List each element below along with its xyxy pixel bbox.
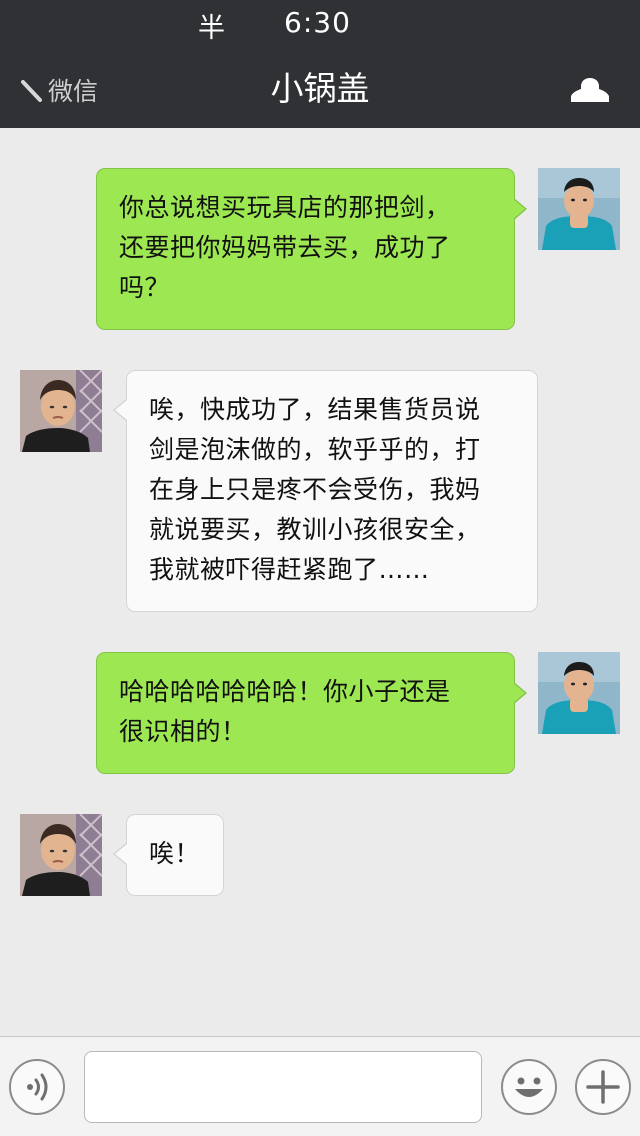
add-button[interactable] (575, 1059, 631, 1115)
bubble-tail (513, 199, 525, 219)
contact-avatar[interactable] (20, 814, 102, 896)
emoji-icon (515, 1077, 543, 1097)
message-input[interactable] (84, 1051, 482, 1123)
message-text-line: 唉，快成功了，结果售货员说 (149, 395, 481, 424)
chat-bubble-sent[interactable]: 哈哈哈哈哈哈哈！你小子还是 很识相的！ (96, 652, 515, 774)
avatar-image (538, 652, 620, 734)
my-avatar[interactable] (538, 652, 620, 734)
bubble-tail (115, 844, 127, 864)
voice-button[interactable] (9, 1059, 65, 1115)
page-title: 小锅盖 (270, 69, 370, 108)
chat-bubble-sent[interactable]: 你总说想买玩具店的那把剑， 还要把你妈妈带去买，成功了 吗？ (96, 168, 515, 330)
status-time: 6:30 (284, 6, 351, 39)
message-text-line: 你总说想买玩具店的那把剑， (119, 193, 451, 222)
emoji-button[interactable] (501, 1059, 557, 1115)
my-avatar[interactable] (538, 168, 620, 250)
message-text-line: 唉！ (149, 839, 201, 868)
bubble-tail (115, 400, 127, 420)
status-signal: 半 (198, 13, 226, 44)
plus-icon (586, 1070, 620, 1104)
message-text-line: 剑是泡沫做的，软乎乎的，打 (149, 435, 481, 464)
chat-bubble-received[interactable]: 唉！ (126, 814, 224, 896)
chat-bubble-received[interactable]: 唉，快成功了，结果售货员说 剑是泡沫做的，软乎乎的，打 在身上只是疼不会受伤，我… (126, 370, 538, 612)
avatar-image (20, 370, 102, 452)
input-bar (0, 1036, 640, 1136)
message-text-line: 吗？ (119, 273, 171, 302)
message-text-line: 很识相的！ (119, 717, 247, 746)
status-bar: 半 6:30 (0, 0, 640, 46)
person-icon[interactable] (568, 74, 612, 108)
message-text-line: 在身上只是疼不会受伤，我妈 (149, 475, 481, 504)
bubble-tail (513, 683, 525, 703)
contact-avatar[interactable] (20, 370, 102, 452)
voice-icon (27, 1073, 48, 1101)
message-text-line: 我就被吓得赶紧跑了…… (149, 555, 430, 584)
message-text-line: 还要把你妈妈带去买，成功了 (119, 233, 451, 262)
avatar-image (20, 814, 102, 896)
avatar-image (538, 168, 620, 250)
message-text-line: 哈哈哈哈哈哈哈！你小子还是 (119, 677, 451, 706)
message-text-line: 就说要买，教训小孩很安全， (149, 515, 481, 544)
top-bar: 半 6:30 微信 小锅盖 (0, 0, 640, 128)
